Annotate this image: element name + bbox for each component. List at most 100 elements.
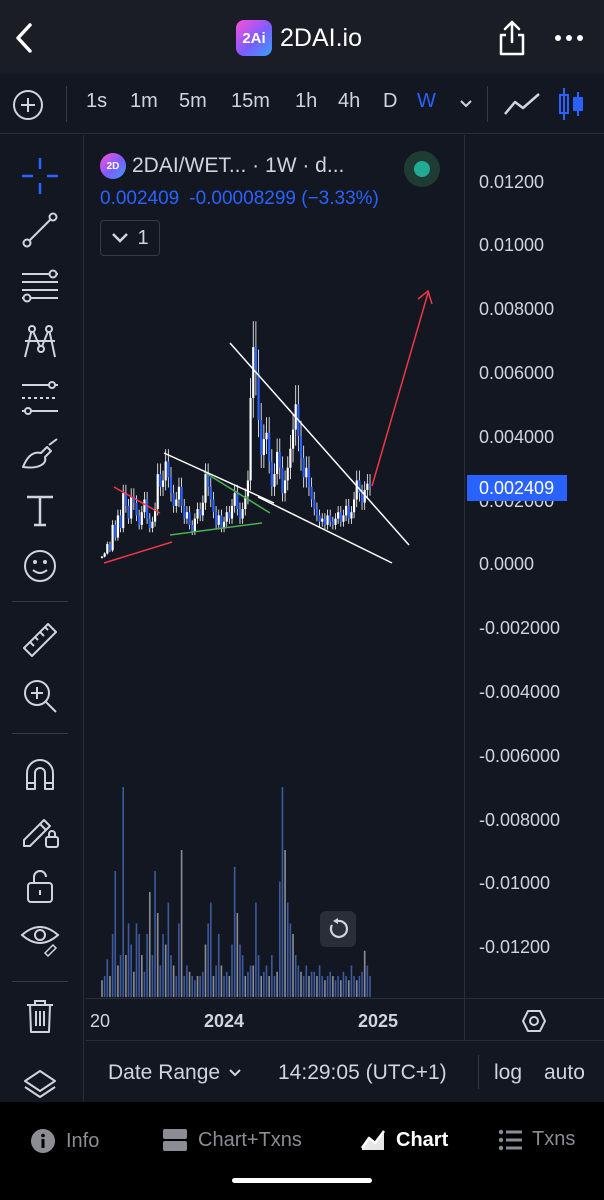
- visibility-tool[interactable]: [19, 915, 61, 958]
- drawing-red-support-line: [103, 541, 173, 564]
- volume-bar: [358, 976, 361, 997]
- reset-chart-button[interactable]: [320, 911, 356, 947]
- top-header: 2Ai 2DAI.io: [0, 0, 604, 74]
- share-button[interactable]: [496, 18, 528, 58]
- text-tool[interactable]: [19, 489, 61, 531]
- candlestick-button[interactable]: [558, 86, 584, 122]
- candle: [180, 486, 183, 506]
- volume-bar: [334, 980, 337, 997]
- market-status-indicator[interactable]: [404, 151, 440, 187]
- tab-chart-txns[interactable]: Chart+Txns: [162, 1128, 302, 1152]
- brush-tool[interactable]: [19, 433, 61, 475]
- chart-settings-button[interactable]: [521, 1008, 547, 1034]
- pattern-tool[interactable]: [19, 321, 61, 363]
- candle: [146, 499, 149, 519]
- log-scale-button[interactable]: log: [494, 1061, 522, 1085]
- trendline-tool[interactable]: [19, 209, 61, 251]
- timeframe-4h[interactable]: 4h: [338, 90, 360, 113]
- time-axis[interactable]: 20 2024 2025: [86, 998, 464, 1040]
- symbol-legend[interactable]: 2D 2DAI/WET... · 1W · d...: [100, 153, 344, 179]
- timeframe-1s[interactable]: 1s: [86, 90, 107, 113]
- candle: [331, 521, 334, 525]
- candle: [225, 512, 228, 522]
- price-tick: 0.0000: [479, 554, 535, 574]
- lock-drawings-tool[interactable]: [19, 809, 61, 851]
- candle: [254, 347, 258, 373]
- timeframe-1h[interactable]: 1h: [295, 90, 317, 113]
- tab-txns-label: Txns: [532, 1128, 576, 1150]
- volume-bar: [119, 955, 122, 997]
- timeframe-15m[interactable]: 15m: [231, 90, 270, 113]
- volume-bar: [313, 971, 316, 997]
- timeframe-dropdown[interactable]: [458, 96, 474, 112]
- candle: [278, 451, 281, 468]
- price-axis[interactable]: 0.01200 0.01000 0.008000 0.006000 0.0040…: [464, 135, 604, 998]
- volume-bar: [156, 913, 159, 997]
- candle: [238, 509, 242, 519]
- volume-bar: [122, 787, 125, 997]
- tab-txns[interactable]: Txns: [498, 1128, 575, 1151]
- crosshair-tool[interactable]: [19, 155, 61, 197]
- back-button[interactable]: [10, 20, 40, 56]
- date-range-button[interactable]: Date Range: [108, 1061, 242, 1085]
- volume-bar: [202, 971, 204, 997]
- volume-bar: [167, 902, 170, 997]
- volume-bar: [228, 976, 231, 997]
- add-indicator-button[interactable]: [12, 89, 44, 121]
- volume-bar: [135, 923, 138, 997]
- timezone-clock[interactable]: 14:29:05 (UTC+1): [278, 1061, 447, 1085]
- chart-pane[interactable]: 2D 2DAI/WET... · 1W · d... 0.002409 -0.0…: [86, 135, 464, 998]
- candle: [345, 505, 348, 516]
- zoom-tool[interactable]: [19, 675, 61, 717]
- price-tick: 0.006000: [479, 363, 555, 383]
- measure-tool[interactable]: [19, 619, 61, 661]
- volume-bar: [289, 923, 292, 997]
- forecast-tool[interactable]: [19, 377, 61, 419]
- time-tick: 2025: [358, 1011, 399, 1031]
- symbol-name: 2DAI/WET... · 1W · d...: [132, 154, 345, 177]
- app-title: 2Ai 2DAI.io: [236, 20, 362, 56]
- delete-tool[interactable]: [19, 995, 61, 1037]
- legend-count: 1: [137, 226, 149, 249]
- more-dots-icon: [555, 35, 583, 41]
- timeframe-w[interactable]: W: [417, 90, 436, 113]
- volume-bar: [231, 944, 233, 997]
- magnet-tool[interactable]: [19, 753, 61, 795]
- candle-series: [100, 321, 372, 559]
- last-price-label: 0.002409: [467, 475, 567, 501]
- timeframe-d[interactable]: D: [383, 90, 397, 113]
- candle: [302, 458, 305, 478]
- time-tick: 20: [90, 1011, 111, 1031]
- tab-chart[interactable]: Chart: [360, 1128, 448, 1152]
- emoji-tool[interactable]: [19, 545, 61, 587]
- price-change: -0.00008299 (−3.33%): [189, 188, 379, 209]
- more-button[interactable]: [553, 26, 585, 50]
- candle: [334, 518, 337, 525]
- legend-collapse-button[interactable]: 1: [100, 220, 160, 256]
- volume-bar: [199, 976, 201, 997]
- symbol-logo: 2D: [100, 153, 126, 179]
- candle: [358, 480, 361, 494]
- volume-bar: [247, 971, 249, 997]
- timeframe-1m[interactable]: 1m: [130, 90, 158, 113]
- unlock-tool[interactable]: [19, 865, 61, 907]
- candle: [230, 505, 234, 519]
- trendline-icon: [22, 212, 58, 248]
- candle: [315, 509, 319, 516]
- volume-bar: [271, 955, 273, 997]
- volume-bar: [278, 881, 281, 997]
- candle: [217, 515, 220, 525]
- volume-bar: [146, 934, 148, 997]
- volume-series: [101, 787, 371, 997]
- auto-scale-button[interactable]: auto: [544, 1061, 585, 1085]
- layers-icon: [24, 1070, 56, 1098]
- tab-info[interactable]: Info: [30, 1128, 99, 1154]
- timeframe-5m[interactable]: 5m: [179, 90, 207, 113]
- volume-bar: [273, 976, 276, 997]
- line-chart-button[interactable]: [503, 90, 541, 118]
- date-range-label: Date Range: [108, 1061, 221, 1084]
- layers-tool[interactable]: [19, 1065, 61, 1107]
- candle: [185, 512, 189, 519]
- fib-tool[interactable]: [19, 265, 61, 307]
- candle: [276, 451, 279, 475]
